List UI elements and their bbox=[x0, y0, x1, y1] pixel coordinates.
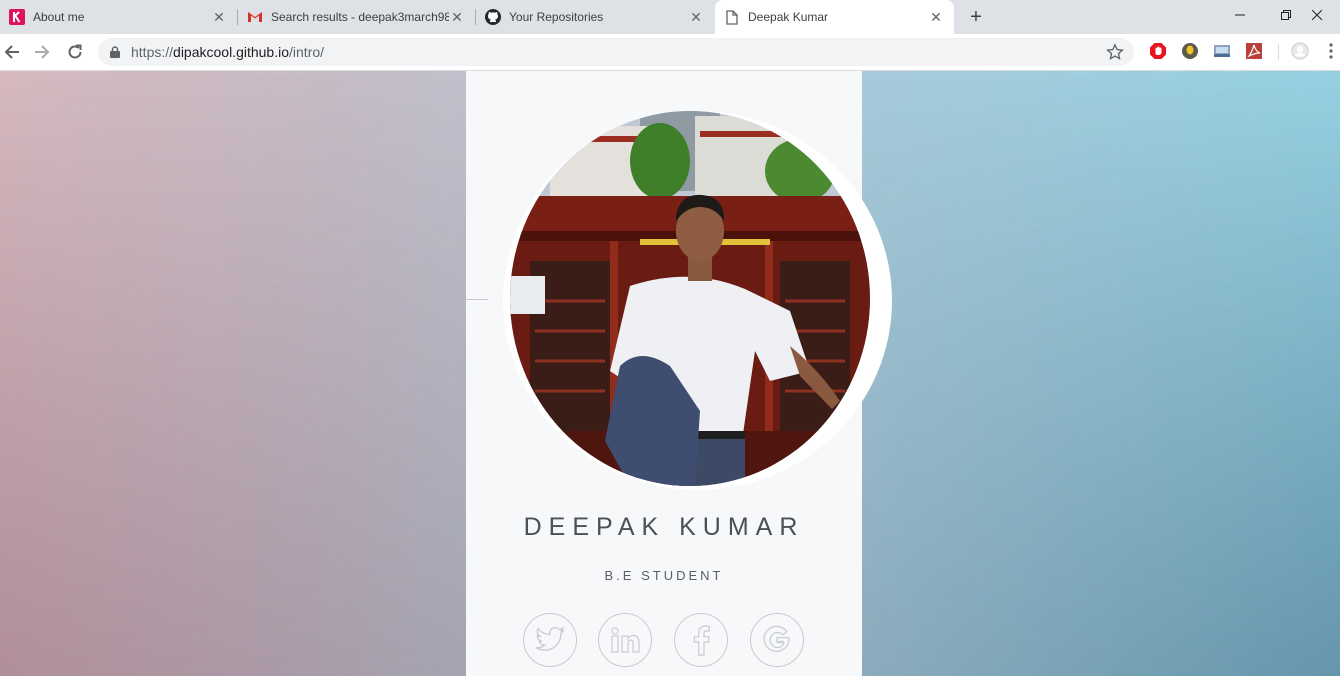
tab-title: Search results - deepak3march98 bbox=[271, 10, 449, 24]
linkedin-icon bbox=[611, 627, 640, 653]
screenshot-extension-icon[interactable] bbox=[1213, 42, 1231, 60]
forward-button[interactable] bbox=[30, 40, 54, 64]
close-icon bbox=[1312, 10, 1322, 20]
bookmark-star-icon[interactable] bbox=[1106, 43, 1124, 61]
tab-title: About me bbox=[33, 10, 85, 24]
url-host: dipakcool.github.io bbox=[173, 44, 290, 60]
k-logo-icon bbox=[9, 9, 25, 25]
tab-title: Your Repositories bbox=[509, 10, 604, 24]
google-link[interactable] bbox=[750, 613, 804, 667]
forward-arrow-icon bbox=[35, 45, 50, 59]
twitter-icon bbox=[535, 627, 565, 651]
close-icon[interactable]: ✕ bbox=[449, 9, 465, 25]
reload-button[interactable] bbox=[63, 40, 87, 64]
menu-kebab-icon[interactable] bbox=[1324, 42, 1338, 60]
profile-photo bbox=[510, 111, 870, 486]
decorative-line bbox=[466, 299, 488, 300]
url-path: /intro/ bbox=[289, 44, 325, 60]
profile-avatar-icon[interactable] bbox=[1291, 42, 1309, 60]
address-bar[interactable]: https://dipakcool.github.io/intro/ bbox=[98, 38, 1134, 66]
tab-deepak-kumar[interactable]: Deepak Kumar ✕ bbox=[715, 0, 954, 34]
facebook-icon bbox=[693, 625, 710, 656]
page-icon bbox=[724, 9, 740, 25]
url-text: https://dipakcool.github.io/intro/ bbox=[131, 44, 324, 60]
profile-name: DEEPAK KUMAR bbox=[523, 513, 805, 541]
minimize-button[interactable] bbox=[1217, 0, 1263, 30]
github-icon bbox=[485, 9, 501, 25]
linkedin-link[interactable] bbox=[598, 613, 652, 667]
close-window-button[interactable] bbox=[1294, 0, 1340, 30]
tab-about-me[interactable]: About me ✕ bbox=[0, 0, 237, 34]
close-icon[interactable]: ✕ bbox=[928, 9, 944, 25]
bulb-extension-icon[interactable] bbox=[1181, 42, 1199, 60]
profile-role: B.E STUDENT bbox=[604, 568, 724, 583]
minimize-icon bbox=[1235, 14, 1245, 16]
reload-icon bbox=[68, 44, 82, 59]
close-icon[interactable]: ✕ bbox=[211, 9, 227, 25]
lock-icon bbox=[110, 46, 120, 58]
gmail-icon bbox=[247, 9, 263, 25]
page-background: DEEPAK KUMAR B.E STUDENT bbox=[0, 71, 1340, 676]
twitter-link[interactable] bbox=[523, 613, 577, 667]
tab-title: Deepak Kumar bbox=[748, 10, 829, 24]
back-arrow-icon bbox=[4, 45, 19, 59]
facebook-link[interactable] bbox=[674, 613, 728, 667]
tab-your-repositories[interactable]: Your Repositories ✕ bbox=[476, 0, 714, 34]
browser-toolbar: https://dipakcool.github.io/intro/ bbox=[0, 34, 1340, 71]
toolbar-separator bbox=[1278, 44, 1279, 60]
back-button[interactable] bbox=[0, 40, 24, 64]
restore-icon bbox=[1281, 10, 1291, 20]
tab-gmail-search[interactable]: Search results - deepak3march98 ✕ bbox=[238, 0, 475, 34]
adblock-extension-icon[interactable] bbox=[1149, 42, 1167, 60]
tab-strip: About me ✕ Search results - deepak3march… bbox=[0, 0, 1340, 34]
close-icon[interactable]: ✕ bbox=[688, 9, 704, 25]
new-tab-button[interactable]: + bbox=[966, 7, 986, 27]
google-icon bbox=[763, 625, 790, 652]
url-scheme: https:// bbox=[131, 44, 174, 60]
pdf-extension-icon[interactable] bbox=[1245, 42, 1263, 60]
